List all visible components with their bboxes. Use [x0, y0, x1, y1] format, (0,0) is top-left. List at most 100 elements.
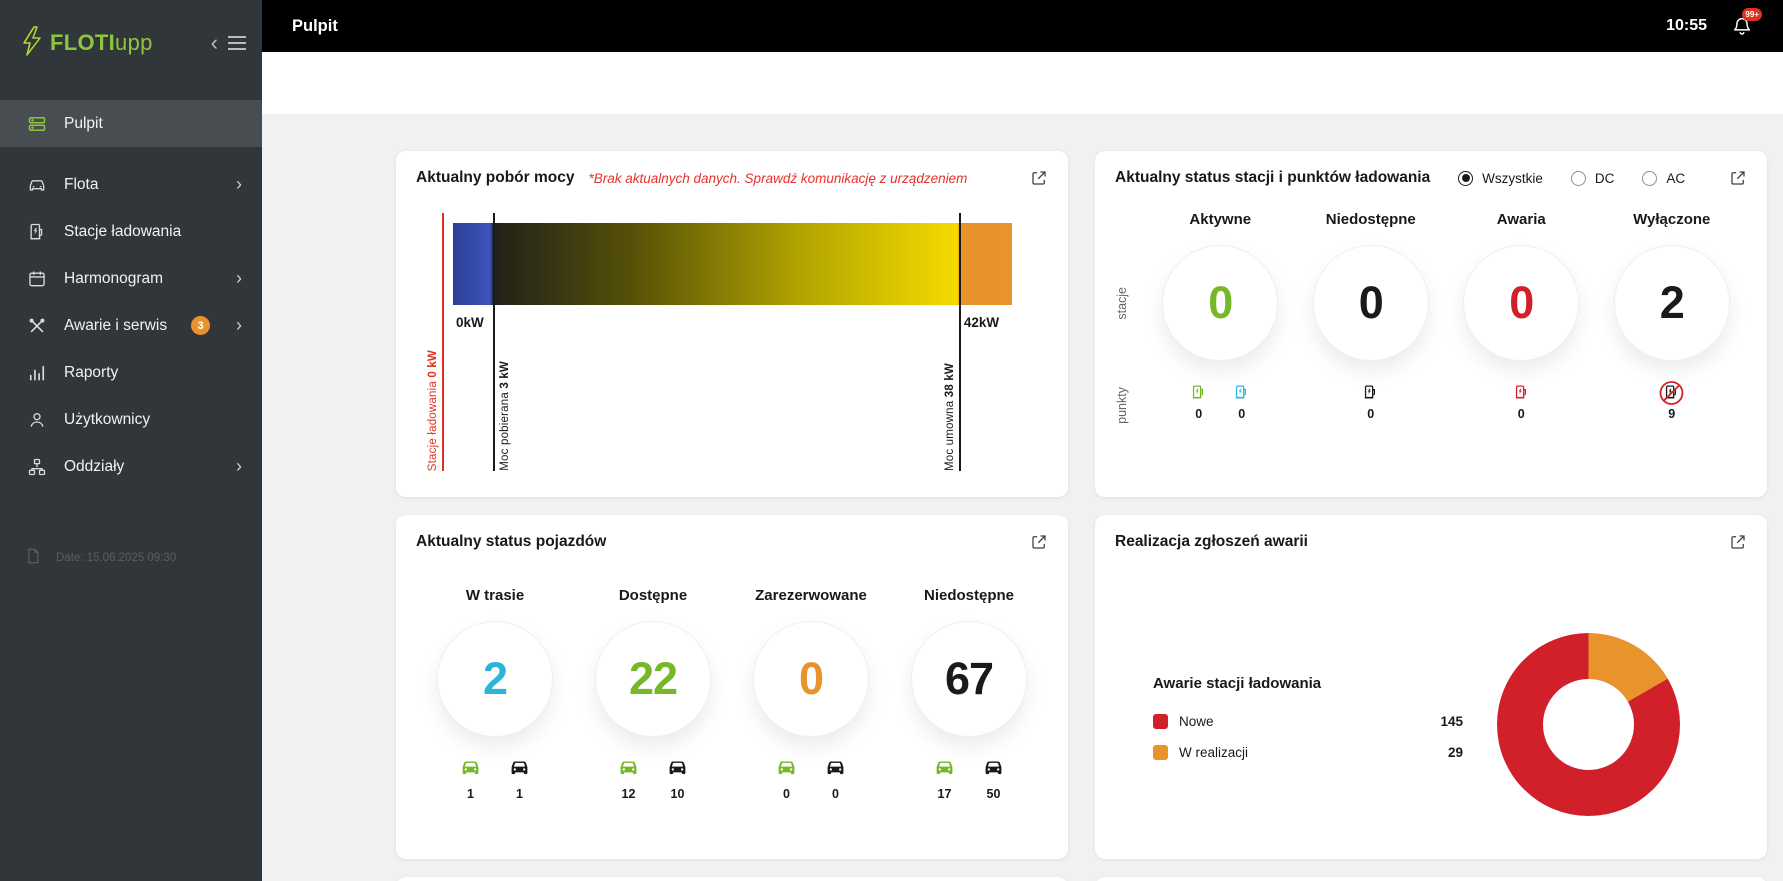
- chevron-right-icon: ›: [236, 456, 242, 477]
- charger-icon: [1233, 383, 1250, 402]
- chevron-right-icon: ›: [236, 268, 242, 289]
- stat-circle: 0: [753, 621, 869, 737]
- faults-donut-chart: [1497, 633, 1680, 816]
- filter-ac[interactable]: AC: [1642, 171, 1685, 186]
- sidebar-item-awarie-i-serwis[interactable]: Awarie i serwis 3 ›: [0, 302, 262, 349]
- marker-stacje-ladowania: Stacje ładowania 0 kW: [442, 213, 444, 471]
- stat-label: Aktywne: [1189, 211, 1251, 228]
- stat-value: 0: [1359, 277, 1383, 329]
- car-icon: [775, 759, 798, 782]
- notifications-bell-icon[interactable]: 99+: [1731, 14, 1753, 38]
- charge-point-count-disabled: 9: [1663, 383, 1680, 421]
- sidebar-nav: Pulpit Flota ›: [0, 100, 262, 490]
- vehicle-stat-w-trasie: W trasie 2 1: [416, 587, 574, 801]
- radio-icon: [1458, 171, 1473, 186]
- stat-value: 0: [799, 653, 823, 705]
- filter-dc[interactable]: DC: [1571, 171, 1615, 186]
- stat-circle: 22: [595, 621, 711, 737]
- document-icon: [24, 546, 42, 569]
- open-external-icon[interactable]: [1729, 533, 1747, 551]
- calendar-icon: [26, 269, 48, 289]
- marker-moc-pobierana: Moc pobierana 3 kW: [493, 213, 495, 471]
- sidebar-date-note: Date: 15.06.2025 09:30: [24, 546, 176, 569]
- sidebar-item-flota[interactable]: Flota ›: [0, 161, 262, 208]
- sidebar-collapse-icon[interactable]: ‹: [211, 32, 218, 54]
- alerts-count-badge: 3: [191, 316, 210, 335]
- menu-hamburger-icon[interactable]: [228, 36, 246, 50]
- sidebar-item-label: Raporty: [64, 364, 118, 382]
- legend-swatch: [1153, 714, 1168, 729]
- card-next-row-clipped: [396, 877, 1068, 881]
- stat-value: 0: [1208, 277, 1232, 329]
- sidebar-item-label: Awarie i serwis: [64, 317, 167, 335]
- station-stat-niedostepne: Niedostępne 0: [1296, 211, 1447, 421]
- radio-icon: [1642, 171, 1657, 186]
- card-title: Aktualny pobór mocy: [416, 169, 574, 187]
- sidebar-item-label: Stacje ładowania: [64, 223, 181, 241]
- sidebar-item-uzytkownicy[interactable]: Użytkownicy: [0, 396, 262, 443]
- scale-min-label: 0kW: [456, 315, 484, 330]
- vehicle-count: 12: [617, 759, 640, 801]
- vehicle-count: 10: [666, 759, 689, 801]
- card-stations-status: Aktualny status stacji i punktów ładowan…: [1095, 151, 1767, 497]
- car-icon: [666, 759, 689, 782]
- charge-point-count: 0: [1362, 383, 1379, 421]
- sidebar-item-oddzialy[interactable]: Oddziały ›: [0, 443, 262, 490]
- card-power-usage: Aktualny pobór mocy *Brak aktualnych dan…: [396, 151, 1068, 497]
- stat-value: 67: [945, 653, 993, 705]
- page-title: Pulpit: [292, 17, 338, 36]
- car-icon: [617, 759, 640, 782]
- car-icon: [933, 759, 956, 782]
- stat-circle: 2: [437, 621, 553, 737]
- power-gradient-bar: [453, 223, 1012, 305]
- vehicle-count: 0: [775, 759, 798, 801]
- card-next-row-clipped: [1095, 877, 1767, 881]
- vehicle-count: 0: [824, 759, 847, 801]
- axis-label-punkty: punkty: [1115, 387, 1129, 424]
- vehicle-count: 1: [459, 759, 482, 801]
- legend-value: 145: [1440, 714, 1463, 729]
- open-external-icon[interactable]: [1030, 533, 1048, 551]
- marker-label: Moc pobierana 3 kW: [499, 361, 511, 471]
- vehicle-count: 50: [982, 759, 1005, 801]
- station-stat-awaria: Awaria 0: [1446, 211, 1597, 421]
- card-vehicles-status: Aktualny status pojazdów W trasie: [396, 515, 1068, 859]
- open-external-icon[interactable]: [1030, 169, 1048, 187]
- sidebar-item-harmonogram[interactable]: Harmonogram ›: [0, 255, 262, 302]
- stat-label: Awaria: [1497, 211, 1546, 228]
- stat-label: W trasie: [466, 587, 524, 604]
- card-title: Realizacja zgłoszeń awarii: [1115, 533, 1308, 551]
- radio-icon: [1571, 171, 1586, 186]
- stat-value: 2: [1660, 277, 1684, 329]
- marker-label: Stacje ładowania 0 kW: [427, 350, 439, 471]
- sidebar-item-pulpit[interactable]: Pulpit: [0, 100, 262, 147]
- stat-circle: 0: [1313, 245, 1429, 361]
- sidebar-item-label: Użytkownicy: [64, 411, 150, 429]
- sidebar-item-label: Harmonogram: [64, 270, 163, 288]
- open-external-icon[interactable]: [1729, 169, 1747, 187]
- filter-wszystkie[interactable]: Wszystkie: [1458, 171, 1543, 186]
- legend-row-nowe: Nowe 145: [1153, 714, 1463, 729]
- stat-label: Wyłączone: [1633, 211, 1710, 228]
- card-title: Aktualny status stacji i punktów ładowan…: [1115, 169, 1430, 187]
- sidebar-item-raporty[interactable]: Raporty: [0, 349, 262, 396]
- car-icon: [26, 175, 48, 195]
- branches-icon: [26, 457, 48, 477]
- scale-max-label: 42kW: [964, 315, 999, 330]
- station-stat-wylaczone: Wyłączone 2: [1597, 211, 1748, 421]
- date-note-text: Date: 15.06.2025 09:30: [56, 552, 176, 564]
- vehicle-stat-dostepne: Dostępne 22 12: [574, 587, 732, 801]
- stat-value: 2: [483, 653, 507, 705]
- charger-icon: [1362, 383, 1379, 402]
- vehicle-stat-niedostepne: Niedostępne 67 17: [890, 587, 1048, 801]
- marker-label: Moc umowna 38 kW: [944, 363, 956, 471]
- power-warning-text: *Brak aktualnych danych. Sprawdź komunik…: [588, 171, 967, 186]
- faults-legend: Awarie stacji ładowania Nowe 145 W reali…: [1153, 675, 1463, 776]
- legend-label: Nowe: [1179, 714, 1214, 729]
- sidebar-item-stacje-ladowania[interactable]: Stacje ładowania: [0, 208, 262, 255]
- stat-value: 0: [1509, 277, 1533, 329]
- stat-label: Niedostępne: [924, 587, 1014, 604]
- legend-value: 29: [1448, 745, 1463, 760]
- ban-icon: [1658, 380, 1685, 406]
- stat-label: Niedostępne: [1326, 211, 1416, 228]
